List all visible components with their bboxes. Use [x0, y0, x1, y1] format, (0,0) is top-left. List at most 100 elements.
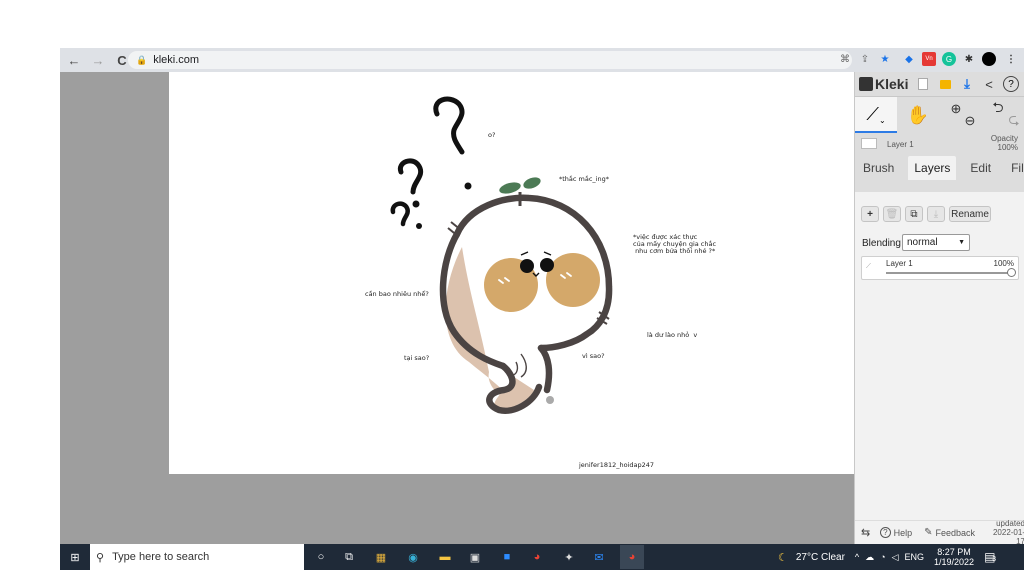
tab-layers[interactable]: Layers — [908, 156, 957, 180]
drawing-canvas[interactable]: o? *thắc mắc_ing* *việc được xác thực củ… — [169, 72, 854, 474]
forward-button[interactable]: → — [88, 50, 108, 70]
clock-date: 1/19/2022 — [934, 557, 975, 567]
bookmark-star-icon[interactable]: ★ — [878, 52, 892, 66]
panel-tabs: Brush Layers Edit File — [855, 154, 1024, 180]
updated-info: updated 2022-01-17 — [987, 519, 1024, 546]
cortana-icon[interactable]: ○ — [312, 548, 330, 566]
url-text: kleki.com — [153, 54, 200, 66]
weather-text[interactable]: 27°C Clear — [796, 552, 845, 563]
chevron-down-icon: ▼ — [958, 239, 965, 246]
blending-select[interactable]: normal ▼ — [902, 234, 970, 251]
clock-time: 8:27 PM — [937, 547, 971, 557]
swap-side-icon[interactable]: ⇆ — [861, 526, 870, 539]
hand-tool-button[interactable]: ✋ — [903, 97, 933, 133]
question-mark-small — [390, 201, 410, 227]
text-viec: *việc được xác thực của mấy chuyện gia c… — [633, 233, 717, 255]
kleki-side-panel: Kleki ⤓ < ? ⟋ ⌄ ✋ ⊕ ⊖ ⮌ ⮎ Layer 1 Opacity… — [854, 72, 1024, 546]
menu-dots-icon[interactable]: ⋮ — [1004, 52, 1018, 66]
sprout-leaf-right — [523, 177, 541, 189]
notification-icon[interactable]: ▤ 3 — [984, 550, 996, 564]
network-icon[interactable]: ☁ — [865, 552, 874, 563]
eye-right — [540, 258, 554, 272]
tab-edit[interactable]: Edit — [964, 156, 997, 180]
edge-icon[interactable]: ◉ — [404, 548, 422, 566]
text-tai-sao: tại sao? — [404, 354, 430, 362]
add-layer-button[interactable]: + — [861, 206, 879, 222]
duplicate-layer-button[interactable]: ⧉ — [905, 206, 923, 222]
translate-icon[interactable]: ⌘ — [838, 52, 852, 66]
chevron-up-icon[interactable]: ^ — [855, 552, 859, 562]
moon-weather-icon: ☾ — [778, 551, 788, 564]
extensions-puzzle-icon[interactable]: ✱ — [962, 52, 976, 66]
eyebrows — [520, 251, 552, 256]
system-tray: ☾ 27°C Clear ^ ☁ ◔ ◁ ENG 8:27 PM 1/19/20… — [778, 544, 996, 570]
slider-handle[interactable] — [1007, 268, 1016, 277]
wifi-icon[interactable]: ◔ — [880, 552, 885, 562]
help-circle-icon[interactable]: ? — [1003, 76, 1019, 92]
opacity-label: Opacity — [990, 134, 1018, 143]
feedback-link[interactable]: Feedback — [935, 528, 975, 538]
zoom-app-icon[interactable]: ■ — [498, 548, 516, 566]
app-icon-2[interactable]: ✦ — [560, 548, 578, 566]
extension-red-icon[interactable]: Vn — [922, 52, 936, 66]
hand — [512, 353, 527, 378]
merge-layer-button[interactable]: ⤓ — [927, 206, 945, 222]
text-o: o? — [488, 131, 496, 139]
tail — [546, 396, 554, 404]
question-dot — [412, 200, 420, 208]
layer-opacity-slider[interactable] — [886, 272, 1014, 274]
share-icon[interactable]: < — [981, 76, 997, 92]
extension-blue-icon[interactable]: ◆ — [902, 52, 916, 66]
text-la-du: là dư lào nhỏ v — [647, 331, 698, 339]
watermark-text: jenifer1812_hoidap247 — [579, 461, 655, 469]
question-dot — [416, 223, 422, 229]
rename-button[interactable]: Rename — [949, 206, 991, 222]
chrome-active-icon[interactable]: ◕ — [620, 545, 644, 569]
notification-count: 3 — [992, 556, 996, 563]
kleki-app-name: Kleki — [875, 76, 909, 92]
current-layer-bar[interactable]: Layer 1 Opacity 100% — [855, 132, 1024, 154]
app-icon-1[interactable]: ▦ — [372, 548, 390, 566]
layer-thumb-icon — [861, 138, 877, 149]
layer-thumb-icon: ⟋ — [866, 263, 871, 270]
save-icon[interactable] — [937, 76, 953, 92]
sprout-leaf-left — [499, 182, 521, 194]
layer-item-name: Layer 1 — [886, 259, 913, 268]
help-circle-icon[interactable]: ? — [880, 527, 891, 538]
task-view-icon[interactable]: ⧉ — [340, 548, 358, 566]
store-icon[interactable]: ▣ — [466, 548, 484, 566]
profile-avatar-icon[interactable] — [982, 52, 996, 66]
back-button[interactable]: ← — [64, 50, 84, 70]
new-image-icon[interactable] — [915, 76, 931, 92]
eye-left — [520, 259, 534, 273]
windows-start-icon[interactable]: ⊞ — [66, 548, 84, 566]
lock-icon: 🔒 — [136, 54, 148, 65]
feedback-icon[interactable]: ✎ — [924, 527, 932, 538]
tab-brush[interactable]: Brush — [857, 156, 900, 180]
character-drawing — [390, 96, 613, 415]
layer-list-item[interactable]: ⟋ Layer 1 100% — [861, 256, 1019, 280]
opacity-value: 100% — [997, 143, 1018, 152]
taskbar-search[interactable]: ⚲ Type here to search — [90, 544, 304, 570]
grammarly-icon[interactable]: G — [942, 52, 956, 66]
mail-icon[interactable]: ✉ — [590, 548, 608, 566]
brush-tool-button[interactable]: ⟋ ⌄ — [855, 97, 897, 133]
delete-layer-button[interactable]: 🗑 — [883, 206, 901, 222]
browser-toolbar: ← → C 🔒 kleki.com ⌘ ⇪ ★ ◆ Vn G ✱ ⋮ — [60, 48, 1024, 72]
clock[interactable]: 8:27 PM 1/19/2022 — [934, 547, 974, 567]
help-link[interactable]: Help — [894, 528, 913, 538]
file-explorer-icon[interactable]: ▬ — [436, 548, 454, 566]
search-icon: ⚲ — [96, 551, 105, 564]
canvas-area[interactable]: o? *thắc mắc_ing* *việc được xác thực củ… — [60, 72, 854, 544]
address-bar[interactable]: 🔒 kleki.com — [128, 51, 852, 69]
chrome-icon[interactable]: ◕ — [528, 548, 546, 566]
screen: ← → C 🔒 kleki.com ⌘ ⇪ ★ ◆ Vn G ✱ ⋮ o? *t… — [60, 48, 1024, 570]
share-icon[interactable]: ⇪ — [858, 52, 872, 66]
download-icon[interactable]: ⤓ — [959, 76, 975, 92]
question-mark-large — [433, 96, 465, 155]
language-indicator[interactable]: ENG — [905, 552, 925, 562]
tab-file[interactable]: File — [1005, 156, 1024, 180]
text-thac-mac: *thắc mắc_ing* — [559, 175, 609, 183]
volume-icon[interactable]: ◁ — [892, 552, 899, 563]
layers-tab-content: + 🗑 ⧉ ⤓ Rename Blending normal ▼ ⟋ Layer… — [855, 192, 1024, 546]
